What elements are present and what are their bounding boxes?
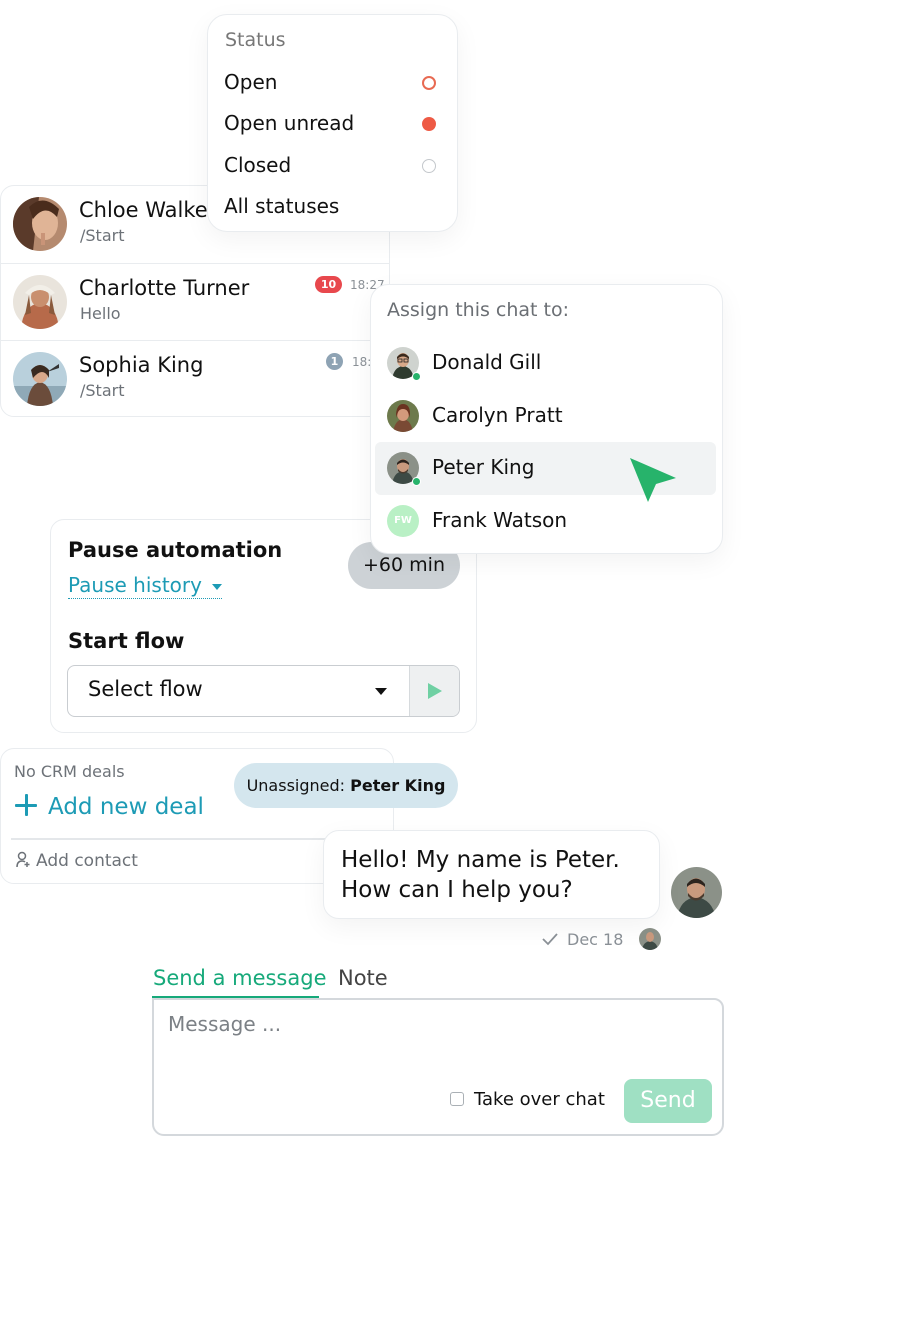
unread-badge: 1: [326, 353, 343, 370]
avatar: [387, 400, 419, 432]
sender-mini-avatar: [638, 928, 661, 950]
chat-name: Chloe Walker: [79, 198, 217, 222]
chevron-down-icon: [211, 583, 222, 590]
chat-preview: /Start: [80, 381, 125, 400]
avatar: [13, 352, 67, 406]
agent-name: Peter King: [432, 455, 535, 479]
assign-chat-panel: Assign this chat to: Donald Gill Carolyn…: [370, 284, 723, 554]
avatar: [13, 197, 67, 251]
chat-preview: /Start: [80, 226, 125, 245]
sender-avatar: [671, 867, 722, 918]
add-deal-label: Add new deal: [48, 794, 204, 820]
status-dot-icon: [422, 159, 436, 173]
check-icon: [542, 933, 558, 946]
add-contact-label: Add contact: [36, 851, 138, 871]
pause-history-label: Pause history: [68, 573, 202, 597]
message-meta: Dec 18: [541, 928, 661, 950]
assign-title: Assign this chat to:: [387, 299, 570, 321]
take-over-chat-checkbox[interactable]: Take over chat: [450, 1089, 605, 1110]
chat-name: Sophia King: [79, 353, 204, 377]
message-date: Dec 18: [567, 930, 624, 949]
add-contact-icon: [16, 851, 30, 868]
flow-select-value: Select flow: [88, 677, 203, 701]
message-line-1: Hello! My name is Peter.: [341, 847, 620, 873]
status-label: Open: [224, 70, 278, 94]
tab-note[interactable]: Note: [338, 966, 388, 990]
status-dot-icon: [422, 117, 436, 131]
status-option-open[interactable]: Open: [224, 66, 437, 100]
status-dropdown: Status Open Open unread Closed All statu…: [207, 14, 458, 232]
add-new-deal-button[interactable]: Add new deal: [14, 793, 204, 820]
assign-option-carolyn-pratt[interactable]: Carolyn Pratt: [375, 390, 716, 443]
assignee-status-pill: Unassigned: Peter King: [234, 763, 458, 808]
avatar: [13, 275, 67, 329]
checkbox-icon[interactable]: [450, 1092, 464, 1106]
chat-preview: Hello: [80, 304, 121, 323]
take-over-chat-label: Take over chat: [474, 1089, 605, 1110]
status-label: Open unread: [224, 111, 355, 135]
online-indicator: [412, 477, 421, 486]
add-contact-button[interactable]: Add contact: [16, 851, 138, 871]
assign-option-frank-watson[interactable]: FW Frank Watson: [375, 495, 716, 548]
assign-option-donald-gill[interactable]: Donald Gill: [375, 337, 716, 390]
message-bubble: Hello! My name is Peter. How can I help y…: [323, 830, 660, 919]
chat-time: 18:: [352, 355, 372, 369]
dropdown-arrow-icon: [375, 688, 387, 695]
chat-row-sophia-king[interactable]: Sophia King /Start 1 18:: [1, 340, 389, 416]
agent-name: Frank Watson: [432, 508, 568, 532]
pause-automation-title: Pause automation: [68, 538, 283, 562]
status-label: All statuses: [224, 194, 340, 218]
plus-icon: [14, 793, 38, 817]
status-dot-icon: [422, 76, 436, 90]
start-flow-title: Start flow: [68, 629, 185, 653]
status-option-all[interactable]: All statuses: [224, 190, 437, 224]
agent-name: Donald Gill: [432, 350, 542, 374]
status-option-closed[interactable]: Closed: [224, 149, 437, 183]
message-input[interactable]: [168, 1012, 688, 1072]
pause-history-dropdown[interactable]: Pause history: [68, 573, 222, 599]
flow-select[interactable]: Select flow: [67, 665, 460, 717]
assignee-name: Peter King: [350, 776, 446, 795]
start-flow-button[interactable]: [409, 666, 459, 716]
status-label: Closed: [224, 153, 292, 177]
avatar-initials: FW: [387, 505, 419, 537]
status-title: Status: [225, 29, 286, 51]
agent-name: Carolyn Pratt: [432, 403, 563, 427]
message-line-2: How can I help you?: [341, 877, 573, 903]
assign-option-peter-king[interactable]: Peter King: [375, 442, 716, 502]
chat-name: Charlotte Turner: [79, 276, 250, 300]
assignee-prefix: Unassigned:: [246, 776, 346, 795]
unread-badge: 10: [315, 276, 342, 293]
message-composer: Take over chat Send: [152, 998, 724, 1136]
chat-row-charlotte-turner[interactable]: Charlotte Turner Hello 10 18:27: [1, 263, 389, 340]
no-crm-deals-label: No CRM deals: [14, 762, 125, 781]
send-button[interactable]: Send: [624, 1079, 712, 1123]
play-icon: [428, 683, 442, 699]
tab-send-message[interactable]: Send a message: [153, 966, 327, 990]
online-indicator: [412, 372, 421, 381]
status-option-open-unread[interactable]: Open unread: [224, 107, 437, 141]
